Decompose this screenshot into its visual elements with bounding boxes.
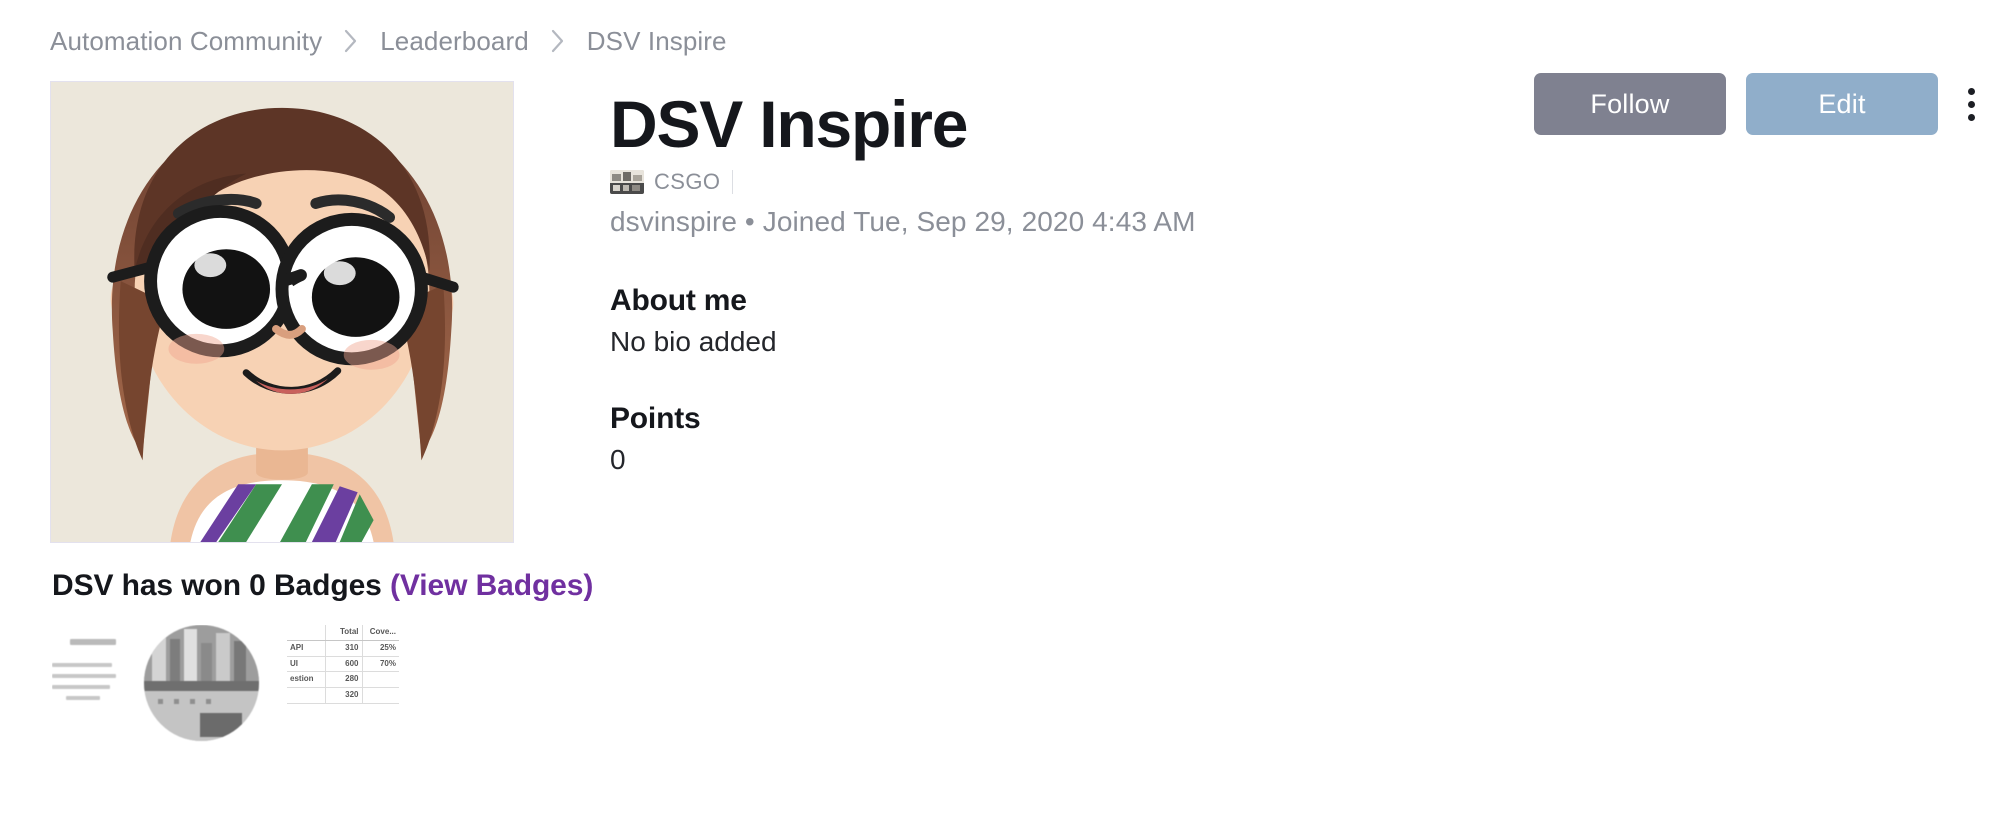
game-tag[interactable]: CSGO [610,170,2012,195]
table-header-row: Total Cove... [287,625,399,641]
kebab-dot [1967,113,1975,121]
table-cell-total: 320 [325,687,363,704]
strip-data-table: Total Cove... API 310 25% UI 600 70% est… [287,625,399,704]
strip-text-line [52,674,116,678]
table-cell-label: API [287,640,326,657]
strip-table-head: Total Cove... [287,625,399,641]
profile-meta: dsvinspire • Joined Tue, Sep 29, 2020 4:… [610,206,1196,238]
breadcrumb-item-current: DSV Inspire [586,26,727,56]
table-cell-coverage: 25% [362,640,399,657]
chevron-right-icon [344,29,358,53]
table-cell-coverage [362,687,399,704]
strip-circular-photo [144,625,259,741]
strip-table-body: API 310 25% UI 600 70% estion 280 320 [287,640,399,704]
follow-button[interactable]: Follow [1534,73,1726,135]
table-header-cell [287,625,326,641]
table-cell-total: 280 [325,671,363,689]
points-value: 0 [610,444,626,476]
table-cell-coverage [362,671,399,689]
content-strip: Total Cove... API 310 25% UI 600 70% est… [52,625,2012,745]
table-row: UI 600 70% [287,656,399,673]
edit-button[interactable]: Edit [1746,73,1938,135]
badges-heading-text: DSV has won 0 Badges [52,569,382,602]
strip-text-block [52,625,126,741]
badges-section: DSV has won 0 Badges (View Badges) Total… [0,543,2012,745]
breadcrumb: Automation Community Leaderboard DSV Ins… [0,0,2012,57]
table-cell-label: estion [287,671,326,689]
profile-header: DSV Inspire CSGO dsvinspire • Joined Tue… [0,57,2012,543]
table-cell-coverage: 70% [362,656,399,673]
about-me-heading: About me [610,284,747,318]
table-row: 320 [287,687,399,704]
table-cell-label: UI [287,656,326,673]
breadcrumb-item-leaderboard[interactable]: Leaderboard [380,26,529,57]
table-row: estion 280 [287,671,399,689]
kebab-dot [1967,87,1975,95]
game-tag-label: CSGO [654,170,734,195]
profile-actions: Follow Edit [1534,73,2012,135]
avatar[interactable] [50,81,514,543]
chevron-right-icon [551,29,565,53]
strip-text-line [70,639,116,645]
strip-text-line [52,663,112,667]
strip-text-line [52,685,110,689]
points-heading: Points [610,402,701,436]
table-row: API 310 25% [287,640,399,657]
kebab-dot [1967,100,1975,108]
table-header-cell: Cove... [362,625,399,641]
breadcrumb-item-automation-community[interactable]: Automation Community [50,26,322,57]
game-thumbnail-icon [610,170,644,195]
table-cell-label [287,687,326,704]
table-header-cell: Total [325,625,363,641]
badges-heading: DSV has won 0 Badges (View Badges) [52,569,2012,603]
view-badges-link[interactable]: (View Badges) [390,569,593,602]
table-cell-total: 310 [325,640,363,657]
kebab-menu-icon[interactable] [1954,73,1988,135]
profile-info: DSV Inspire CSGO dsvinspire • Joined Tue… [514,81,2012,476]
table-cell-total: 600 [325,656,363,673]
strip-text-line [66,696,100,700]
about-me-body: No bio added [610,326,777,358]
